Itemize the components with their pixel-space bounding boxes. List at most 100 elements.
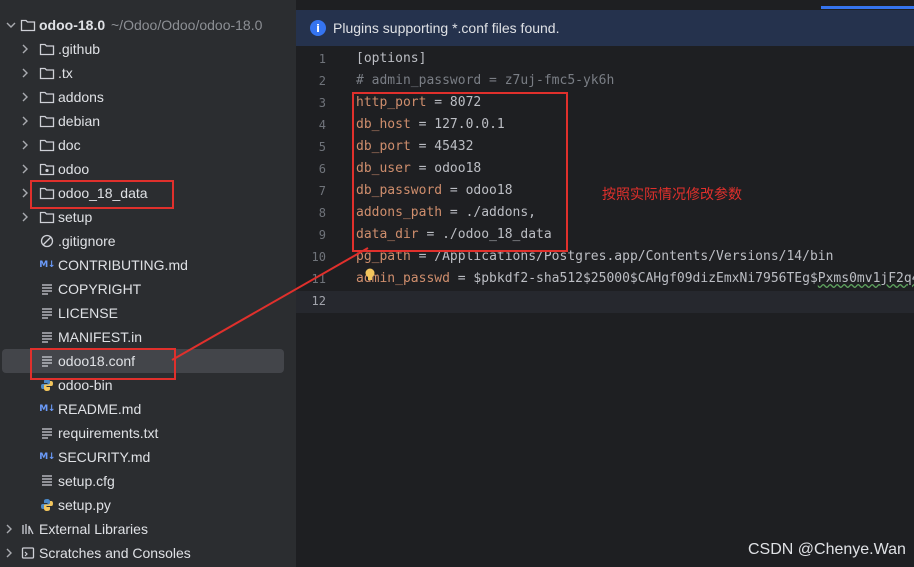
folder-icon	[39, 209, 55, 225]
tree-item-label: CONTRIBUTING.md	[58, 257, 188, 273]
tree-item-label: COPYRIGHT	[58, 281, 142, 297]
info-icon: i	[310, 20, 326, 36]
project-path: ~/Odoo/Odoo/odoo-18.0	[111, 17, 263, 33]
tree-item-label: debian	[58, 113, 101, 129]
tree-root-item-label: Scratches and Consoles	[39, 545, 191, 561]
chevron-right-icon[interactable]	[20, 116, 30, 126]
tree-item[interactable]: .gitignore	[0, 229, 296, 253]
folder-icon	[39, 137, 55, 153]
line-number: 6	[318, 162, 326, 176]
chevron-right-icon[interactable]	[20, 140, 30, 150]
folder-icon	[39, 41, 55, 57]
tree-item[interactable]: MANIFEST.in	[0, 325, 296, 349]
code-line-2: # admin_password = z7uj-fmc5-yk6h	[356, 73, 615, 88]
current-line-highlight	[296, 291, 914, 313]
line-number: 11	[311, 272, 326, 286]
tree-item-label: doc	[58, 137, 81, 153]
tree-item[interactable]: COPYRIGHT	[0, 277, 296, 301]
tree-item[interactable]: .tx	[0, 61, 296, 85]
line-number-gutter[interactable]: 1 2 3 4 5 6 7 8 9 10 11 12	[296, 48, 350, 567]
tree-item-label: .gitignore	[58, 233, 116, 249]
text-file-icon	[39, 305, 55, 321]
markdown-file-icon: M↓	[39, 452, 55, 462]
lightbulb-icon[interactable]	[364, 268, 376, 282]
tree-item-label: odoo	[58, 161, 90, 177]
chevron-right-icon[interactable]	[20, 164, 30, 174]
tree-root-item-label: External Libraries	[39, 521, 148, 537]
tree-item-label: README.md	[58, 401, 142, 417]
plugin-notification-banner[interactable]: i Plugins supporting *.conf files found.	[296, 10, 914, 46]
tree-item[interactable]: M↓ README.md	[0, 397, 296, 421]
package-folder-icon	[39, 161, 55, 177]
markdown-file-icon: M↓	[39, 260, 55, 270]
project-tool-window: odoo-18.0 ~/Odoo/Odoo/odoo-18.0 .github.…	[0, 0, 296, 567]
tree-item[interactable]: doc	[0, 133, 296, 157]
active-tab-indicator	[821, 6, 914, 9]
config-file-icon	[39, 473, 55, 489]
tree-item[interactable]: setup.py	[0, 493, 296, 517]
text-file-icon	[39, 425, 55, 441]
chevron-down-icon[interactable]	[6, 20, 16, 30]
tree-item[interactable]: M↓ CONTRIBUTING.md	[0, 253, 296, 277]
tree-item[interactable]: .github	[0, 37, 296, 61]
annotation-box-data-folder	[30, 180, 174, 209]
line-number: 4	[318, 118, 326, 132]
folder-icon	[39, 89, 55, 105]
editor-area: i Plugins supporting *.conf files found.…	[296, 0, 914, 567]
code-line-11: admin_passwd = $pbkdf2-sha512$25000$CAHg…	[356, 271, 914, 286]
text-file-icon	[39, 281, 55, 297]
text-file-icon	[39, 329, 55, 345]
folder-icon	[39, 113, 55, 129]
chevron-right-icon[interactable]	[20, 188, 30, 198]
line-number: 1	[318, 52, 326, 66]
chevron-right-icon[interactable]	[20, 44, 30, 54]
line-number: 5	[318, 140, 326, 154]
chevron-right-icon[interactable]	[4, 524, 14, 534]
tree-item[interactable]: odoo	[0, 157, 296, 181]
tree-item-label: requirements.txt	[58, 425, 159, 441]
markdown-file-icon: M↓	[39, 404, 55, 414]
annotation-box-params	[352, 92, 568, 252]
tree-root-project[interactable]: odoo-18.0 ~/Odoo/Odoo/odoo-18.0	[0, 13, 296, 37]
tree-item[interactable]: setup.cfg	[0, 469, 296, 493]
banner-message: Plugins supporting *.conf files found.	[333, 20, 560, 36]
tree-root-item[interactable]: Scratches and Consoles	[0, 541, 296, 565]
tree-item-label: setup.py	[58, 497, 111, 513]
line-number: 9	[318, 228, 326, 242]
tree-item-label: addons	[58, 89, 104, 105]
folder-icon	[39, 65, 55, 81]
code-line-1: [options]	[356, 51, 427, 66]
folder-icon	[20, 17, 36, 33]
chevron-right-icon[interactable]	[20, 68, 30, 78]
tree-item-label: .github	[58, 41, 101, 57]
tree-item-label: MANIFEST.in	[58, 329, 143, 345]
chevron-right-icon[interactable]	[4, 548, 14, 558]
annotation-box-conf-file	[30, 348, 176, 380]
tree-item-label: .tx	[58, 65, 73, 81]
line-number: 10	[311, 250, 326, 264]
tree-item[interactable]: LICENSE	[0, 301, 296, 325]
line-number: 3	[318, 96, 326, 110]
tree-item-label: LICENSE	[58, 305, 118, 321]
line-number: 7	[318, 184, 326, 198]
tree-item[interactable]: addons	[0, 85, 296, 109]
tree-root-item[interactable]: External Libraries	[0, 517, 296, 541]
library-icon	[20, 521, 36, 537]
tree-item[interactable]: requirements.txt	[0, 421, 296, 445]
python-file-icon	[39, 497, 55, 513]
project-name: odoo-18.0	[39, 17, 106, 33]
chevron-right-icon[interactable]	[20, 92, 30, 102]
annotation-text: 按照实际情况修改参数	[602, 187, 742, 203]
ignore-file-icon	[39, 233, 55, 249]
watermark: CSDN @Chenye.Wan	[748, 541, 906, 558]
tree-item[interactable]: debian	[0, 109, 296, 133]
tree-item[interactable]: M↓ SECURITY.md	[0, 445, 296, 469]
tree-item-label: SECURITY.md	[58, 449, 151, 465]
line-number: 2	[318, 74, 326, 88]
line-number: 8	[318, 206, 326, 220]
console-icon	[20, 545, 36, 561]
tree-item-label: setup	[58, 209, 93, 225]
line-number: 12	[311, 294, 326, 308]
tree-item-label: setup.cfg	[58, 473, 115, 489]
chevron-right-icon[interactable]	[20, 212, 30, 222]
